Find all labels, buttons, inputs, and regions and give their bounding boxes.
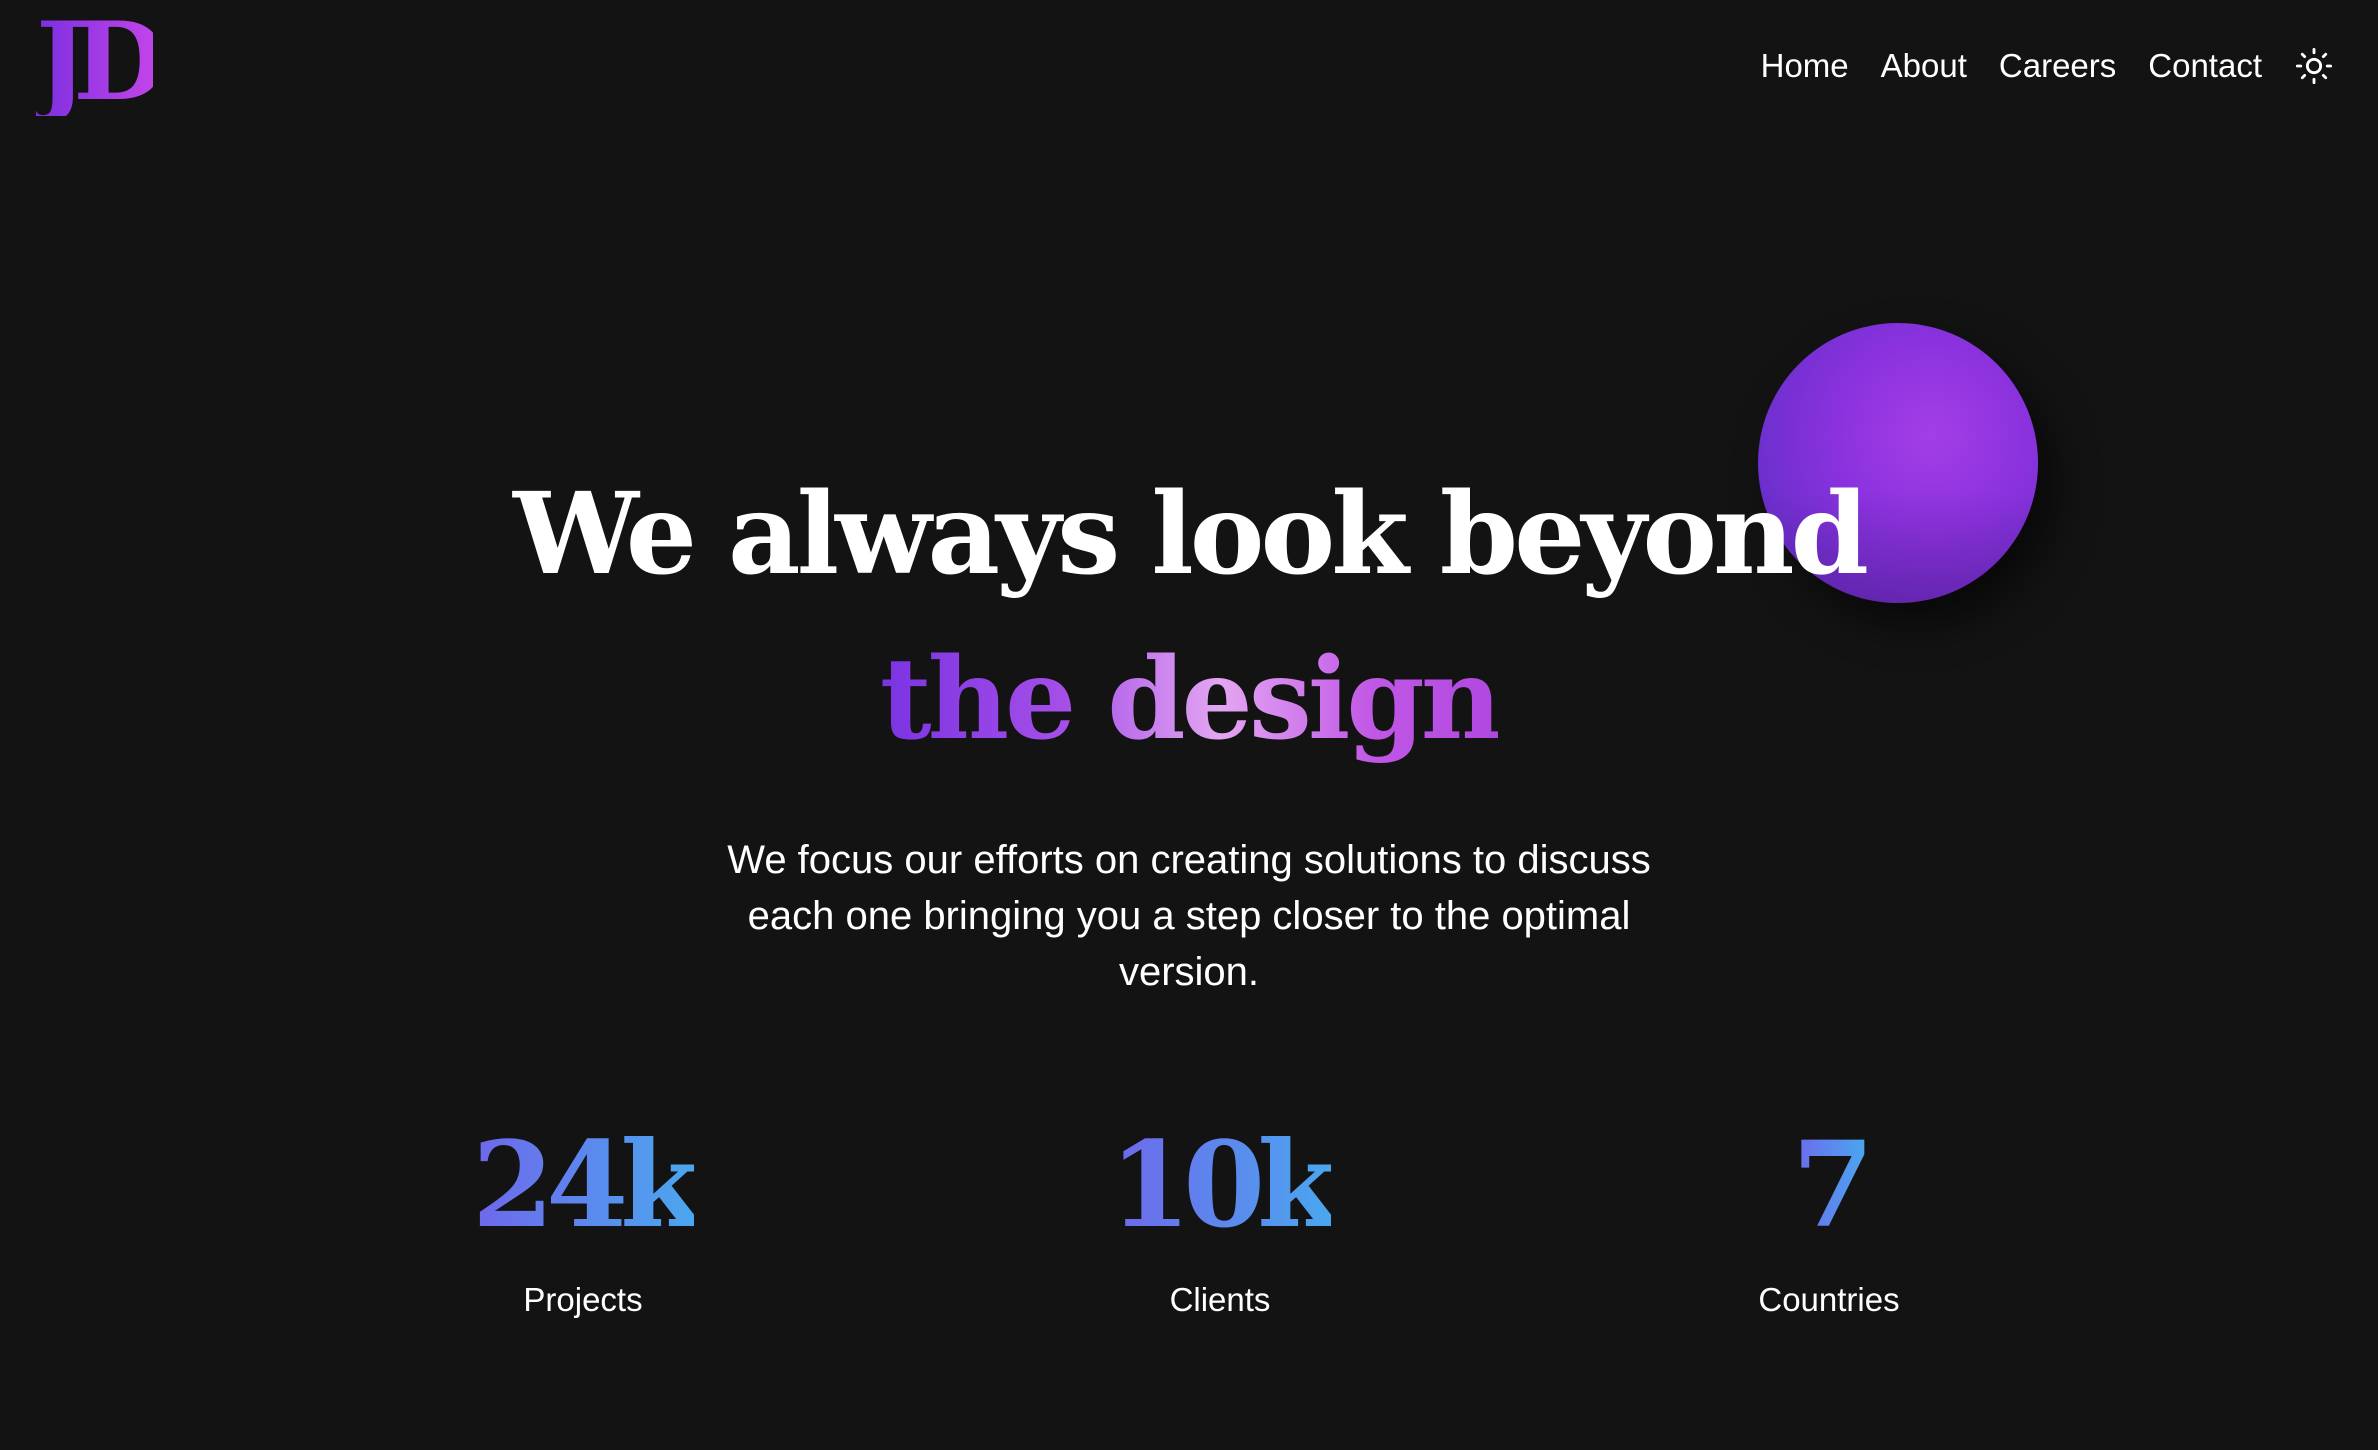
stat-label: Projects <box>523 1281 643 1318</box>
theme-toggle-button[interactable] <box>2294 46 2334 86</box>
stat-clients: 10k Clients <box>1020 1120 1420 1322</box>
stat-projects: 24k Projects <box>383 1120 783 1322</box>
nav-about-link[interactable]: About <box>1881 44 1967 88</box>
hero-section: We always look beyond the design We focu… <box>0 452 2378 1000</box>
stat-value: 10k <box>1109 1115 1339 1254</box>
logo[interactable]: JD <box>36 8 167 116</box>
nav-contact-link[interactable]: Contact <box>2148 44 2262 88</box>
stat-value: 7 <box>1791 1115 1874 1254</box>
stat-value: 24k <box>472 1115 702 1254</box>
sun-icon <box>2295 47 2333 85</box>
hero-headline: We always look beyond the design <box>0 452 2378 782</box>
hero-subtext: We focus our efforts on creating solutio… <box>727 838 1651 994</box>
headline-line-2-gradient: the design <box>880 617 1502 782</box>
headline-line-1: We always look beyond <box>513 469 1869 600</box>
nav-careers-link[interactable]: Careers <box>1999 44 2116 88</box>
main-nav: Home About Careers Contact <box>1761 44 2334 88</box>
stat-label: Countries <box>1758 1281 1900 1318</box>
stat-countries: 7 Countries <box>1629 1120 2029 1322</box>
stat-label: Clients <box>1169 1281 1271 1318</box>
stats-section: 24k Projects 10k Clients 7 Countries <box>0 1120 2378 1340</box>
site-header: JD Home About Careers Contact <box>0 0 2378 130</box>
nav-home-link[interactable]: Home <box>1761 44 1849 88</box>
